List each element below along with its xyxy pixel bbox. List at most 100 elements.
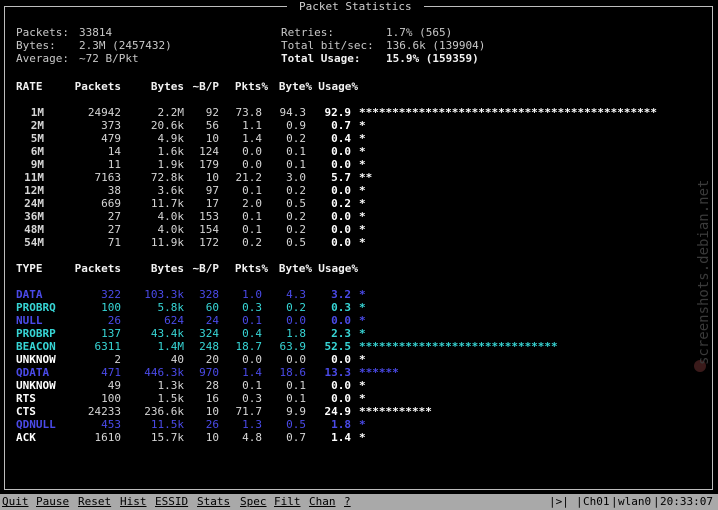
- type-name: BEACON: [16, 340, 56, 353]
- type-cell: 10: [205, 431, 219, 444]
- rate-cell: 92: [205, 106, 219, 119]
- rate-cell: 2.0: [242, 197, 262, 210]
- menu-pause[interactable]: Pause: [36, 495, 69, 509]
- type-cell: 1.3k: [157, 379, 185, 392]
- type-cell: 5.8k: [157, 301, 185, 314]
- rate-name: 11M: [24, 171, 44, 184]
- rate-header-1: Packets: [74, 80, 121, 93]
- rate-cell: 0.9: [286, 119, 306, 132]
- type-cell: 328: [199, 288, 219, 301]
- type-name: UNKNOW: [16, 379, 56, 392]
- menu-help[interactable]: ?: [344, 495, 351, 509]
- type-cell: 63.9: [279, 340, 307, 353]
- menu-reset[interactable]: Reset: [78, 495, 111, 509]
- rate-cell: 0.2: [286, 223, 306, 236]
- type-cell: 446.3k: [144, 366, 184, 379]
- rate-cell: 71: [107, 236, 121, 249]
- rate-cell: 479: [101, 132, 121, 145]
- rate-cell: 0.4: [331, 132, 351, 145]
- type-cell: 471: [101, 366, 121, 379]
- bytes-label: Bytes:: [16, 39, 56, 52]
- menu-spec[interactable]: Spec: [240, 495, 267, 509]
- rate-header-2: Bytes: [150, 80, 184, 93]
- type-usage-bar: *: [359, 392, 366, 405]
- rate-name: 5M: [30, 132, 44, 145]
- type-cell: 60: [205, 301, 219, 314]
- rate-cell: 0.5: [286, 236, 306, 249]
- type-cell: 0.1: [286, 379, 306, 392]
- type-name: UNKNOW: [16, 353, 56, 366]
- rate-cell: 38: [107, 184, 121, 197]
- rate-usage-bar: *: [359, 184, 366, 197]
- rate-header-5: Byte%: [278, 80, 312, 93]
- type-cell: 1.4M: [157, 340, 185, 353]
- type-cell: 0.0: [242, 353, 262, 366]
- bytes-value: 2.3M (2457432): [79, 39, 172, 52]
- type-cell: 26: [205, 418, 219, 431]
- type-usage-bar: ***********: [359, 405, 432, 418]
- rate-name: 1M: [30, 106, 44, 119]
- rate-cell: 2.2M: [157, 106, 185, 119]
- type-cell: 15.7k: [150, 431, 184, 444]
- type-name: NULL: [16, 314, 43, 327]
- rate-name: 2M: [30, 119, 44, 132]
- menu-essid[interactable]: ESSID: [155, 495, 188, 509]
- rate-cell: 0.0: [331, 158, 351, 171]
- menu-bar: Quit Pause Reset Hist ESSID Stats Spec F…: [0, 494, 718, 510]
- rate-cell: 0.2: [286, 132, 306, 145]
- type-cell: 1.8: [331, 418, 351, 431]
- bitsec-label: Total bit/sec:: [281, 39, 374, 52]
- rate-cell: 172: [199, 236, 219, 249]
- type-usage-bar: ******: [359, 366, 399, 379]
- type-usage-bar: ******************************: [359, 340, 558, 353]
- rate-usage-bar: *: [359, 210, 366, 223]
- type-cell: 0.0: [331, 314, 351, 327]
- type-header-4: Pkts%: [234, 262, 268, 275]
- type-cell: 11.5k: [150, 418, 184, 431]
- type-cell: 322: [101, 288, 121, 301]
- type-usage-bar: *: [359, 431, 366, 444]
- type-cell: 1.4: [242, 366, 262, 379]
- type-cell: 71.7: [235, 405, 263, 418]
- type-cell: 4.3: [286, 288, 306, 301]
- rate-usage-bar: *: [359, 236, 366, 249]
- rate-cell: 1.6k: [157, 145, 185, 158]
- rate-cell: 4.0k: [157, 223, 185, 236]
- type-cell: 0.0: [331, 353, 351, 366]
- rate-name: 24M: [24, 197, 44, 210]
- type-cell: 103.3k: [144, 288, 184, 301]
- rate-name: 9M: [30, 158, 44, 171]
- interface-status: wlan0: [618, 495, 652, 508]
- rate-header-4: Pkts%: [234, 80, 268, 93]
- rate-cell: 0.0: [331, 236, 351, 249]
- rate-usage-bar: *: [359, 119, 366, 132]
- menu-hist[interactable]: Hist: [120, 495, 147, 509]
- type-cell: 10: [205, 405, 219, 418]
- rate-cell: 0.2: [286, 184, 306, 197]
- type-cell: 20: [205, 353, 219, 366]
- type-cell: 324: [199, 327, 219, 340]
- menu-stats[interactable]: Stats: [197, 495, 230, 509]
- rate-cell: 5.7: [331, 171, 351, 184]
- type-name: ACK: [16, 431, 36, 444]
- rate-usage-bar: *: [359, 197, 366, 210]
- rate-cell: 0.0: [331, 145, 351, 158]
- menu-filt[interactable]: Filt: [274, 495, 301, 509]
- rate-name: 6M: [30, 145, 44, 158]
- menu-quit[interactable]: Quit: [2, 495, 29, 509]
- type-cell: 0.0: [286, 314, 306, 327]
- menu-chan[interactable]: Chan: [309, 495, 336, 509]
- type-cell: 236.6k: [144, 405, 184, 418]
- type-cell: 0.4: [242, 327, 262, 340]
- rate-cell: 0.0: [242, 145, 262, 158]
- rate-cell: 1.4: [242, 132, 262, 145]
- type-header-2: Bytes: [150, 262, 184, 275]
- play-indicator: |>|: [549, 495, 569, 508]
- rate-cell: 11.7k: [150, 197, 184, 210]
- rate-name: 48M: [24, 223, 44, 236]
- rate-cell: 154: [199, 223, 219, 236]
- type-cell: 1.5k: [157, 392, 185, 405]
- type-usage-bar: *: [359, 314, 366, 327]
- type-cell: 0.1: [286, 392, 306, 405]
- type-usage-bar: *: [359, 353, 366, 366]
